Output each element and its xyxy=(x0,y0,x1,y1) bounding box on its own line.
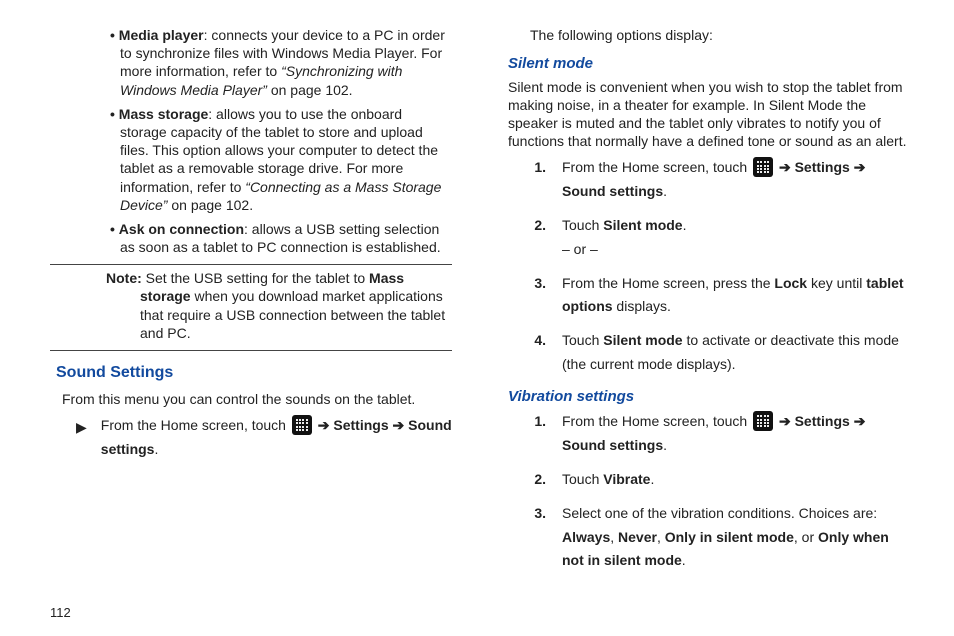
silent-body: Silent mode is convenient when you wish … xyxy=(508,78,910,151)
right-column: The following options display: Silent mo… xyxy=(508,26,910,616)
t: . xyxy=(154,441,158,457)
bullet-media-player: • Media player: connects your device to … xyxy=(50,26,452,99)
arrow-icon: ➔ xyxy=(775,159,795,175)
note-text: Note: Set the USB setting for the tablet… xyxy=(50,269,452,342)
t: Only in silent mode xyxy=(665,529,794,545)
t: . xyxy=(650,471,654,487)
t: Lock xyxy=(774,275,807,291)
page-number: 112 xyxy=(50,605,71,620)
step-number: 1. xyxy=(532,410,546,458)
t: Never xyxy=(618,529,657,545)
t: , xyxy=(610,529,618,545)
t: Touch xyxy=(562,471,603,487)
step-number: 3. xyxy=(532,502,546,573)
t: Settings xyxy=(795,159,850,175)
t: From the Home screen, touch xyxy=(562,159,751,175)
step-text: Select one of the vibration conditions. … xyxy=(562,502,910,573)
note-rule-bottom xyxy=(50,350,452,351)
subheading-silent-mode: Silent mode xyxy=(508,54,910,74)
t: Select one of the vibration conditions. … xyxy=(562,505,877,521)
t: . xyxy=(683,217,687,233)
arrow-icon: ➔ xyxy=(775,413,795,429)
apps-grid-icon xyxy=(753,157,773,177)
t: Always xyxy=(562,529,610,545)
bullet-lead: Ask on connection xyxy=(119,221,244,237)
page: • Media player: connects your device to … xyxy=(0,0,954,636)
bullet-lead: Mass storage xyxy=(119,106,208,122)
step-number: 1. xyxy=(532,156,546,204)
step-number: 2. xyxy=(532,214,546,262)
t: , or xyxy=(794,529,818,545)
step-text: From the Home screen, press the Lock key… xyxy=(562,272,910,320)
subheading-vibration-settings: Vibration settings xyxy=(508,387,910,407)
t: displays. xyxy=(613,298,671,314)
arrow-icon: ➔ xyxy=(389,417,409,433)
bullet-tail: on page 102. xyxy=(267,82,353,98)
step-number: 3. xyxy=(532,272,546,320)
step-text: Touch Silent mode to activate or deactiv… xyxy=(562,329,910,377)
list-item: 4. Touch Silent mode to activate or deac… xyxy=(532,329,910,377)
bullet-dot: • xyxy=(110,221,115,237)
step-text: From the Home screen, touch ➔ Settings ➔… xyxy=(562,156,910,204)
left-column: • Media player: connects your device to … xyxy=(50,26,452,616)
silent-steps: 1. From the Home screen, touch ➔ Setting… xyxy=(508,156,910,376)
list-item: 1. From the Home screen, touch ➔ Setting… xyxy=(532,156,910,204)
t: key until xyxy=(807,275,866,291)
heading-sound-settings: Sound Settings xyxy=(56,363,452,384)
apps-grid-icon xyxy=(292,415,312,435)
t: Sound settings xyxy=(562,183,663,199)
step-number: 4. xyxy=(532,329,546,377)
list-item: 1. From the Home screen, touch ➔ Setting… xyxy=(532,410,910,458)
list-item: 2. Touch Vibrate. xyxy=(532,468,910,492)
t: . xyxy=(682,552,686,568)
t: From the Home screen, touch xyxy=(562,413,751,429)
t: Settings xyxy=(333,417,388,433)
list-item: 2. Touch Silent mode. – or – xyxy=(532,214,910,262)
note-rule-top xyxy=(50,264,452,265)
t: Vibrate xyxy=(603,471,650,487)
bullet-ask-on-connection: • Ask on connection: allows a USB settin… xyxy=(50,220,452,256)
bullet-dot: • xyxy=(110,27,115,43)
list-item: 3. From the Home screen, press the Lock … xyxy=(532,272,910,320)
step-row: ▶ From the Home screen, touch ➔ Settings… xyxy=(76,414,452,462)
step-text: From the Home screen, touch ➔ Settings ➔… xyxy=(562,410,910,458)
step-text: Touch Vibrate. xyxy=(562,468,910,492)
options-intro: The following options display: xyxy=(530,26,910,44)
step-text: Touch Silent mode. – or – xyxy=(562,214,910,262)
bullet-tail: on page 102. xyxy=(167,197,253,213)
step-number: 2. xyxy=(532,468,546,492)
arrow-icon: ➔ xyxy=(850,159,866,175)
t: Touch xyxy=(562,217,603,233)
t: Sound settings xyxy=(562,437,663,453)
bullet-dot: • xyxy=(110,106,115,122)
note-body-a: Set the USB setting for the tablet to xyxy=(142,270,369,286)
step-text: From the Home screen, touch ➔ Settings ➔… xyxy=(101,414,452,462)
list-item: 3. Select one of the vibration condition… xyxy=(532,502,910,573)
note-label: Note: xyxy=(106,270,142,286)
triangle-icon: ▶ xyxy=(76,414,87,462)
t: From the Home screen, touch xyxy=(101,417,290,433)
t: . xyxy=(663,183,667,199)
t: , xyxy=(657,529,665,545)
sound-intro: From this menu you can control the sound… xyxy=(62,390,452,408)
t: Settings xyxy=(795,413,850,429)
bullet-mass-storage: • Mass storage: allows you to use the on… xyxy=(50,105,452,214)
t: Touch xyxy=(562,332,603,348)
t: Silent mode xyxy=(603,217,682,233)
t: Silent mode xyxy=(603,332,682,348)
apps-grid-icon xyxy=(753,411,773,431)
t: From the Home screen, press the xyxy=(562,275,774,291)
arrow-icon: ➔ xyxy=(850,413,866,429)
arrow-icon: ➔ xyxy=(314,417,334,433)
or-text: – or – xyxy=(562,241,598,257)
bullet-lead: Media player xyxy=(119,27,204,43)
vibration-steps: 1. From the Home screen, touch ➔ Setting… xyxy=(508,410,910,573)
t: . xyxy=(663,437,667,453)
